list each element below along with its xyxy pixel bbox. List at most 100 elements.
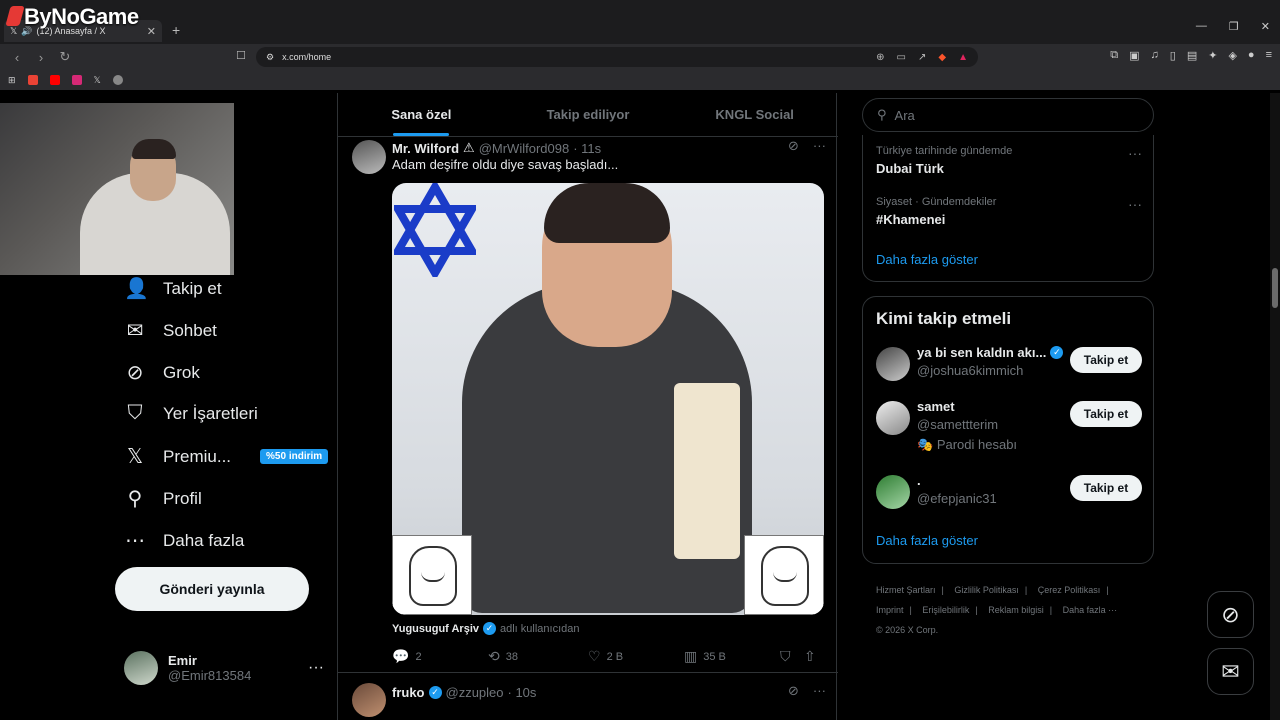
share-icon[interactable]: ↗ bbox=[918, 52, 926, 63]
music-icon[interactable]: ♫ bbox=[1151, 49, 1159, 62]
tweet-author-avatar[interactable] bbox=[352, 140, 386, 174]
menu-icon[interactable]: ≡ bbox=[1266, 49, 1272, 62]
footer-link[interactable]: Reklam bilgisi bbox=[988, 605, 1044, 615]
nav-item-chat[interactable]: ✉ Sohbet bbox=[124, 318, 217, 343]
more-icon[interactable]: ··· bbox=[1128, 196, 1142, 212]
avatar[interactable] bbox=[876, 347, 910, 381]
minimize-icon[interactable]: — bbox=[1196, 20, 1207, 33]
tweet-time[interactable]: · 11s bbox=[573, 141, 601, 156]
nav-item-bookmarks[interactable]: ⛉ Yer İşaretleri bbox=[124, 402, 258, 425]
reply-button[interactable]: 💬 2 bbox=[392, 648, 488, 665]
extensions-bar: ⧉ ▣ ♫ ▯ ▤ ✦ ◈ ● ≡ bbox=[1110, 49, 1272, 62]
trend-name: Dubai Türk bbox=[876, 161, 944, 176]
brave-shield-icon[interactable]: ◆ bbox=[938, 52, 946, 63]
nav-item-profile[interactable]: ⚲ Profil bbox=[124, 486, 202, 511]
show-more-link[interactable]: Daha fazla göster bbox=[876, 252, 978, 267]
grok-floating-button[interactable]: ⊘ bbox=[1207, 591, 1254, 638]
browser-toolbar: ‹ › ↻ ☐ ⚙ x.com/home ⊕ ▭ ↗ ◆ ▲ ⧉ ▣ ♫ ▯ ▤… bbox=[0, 44, 1280, 70]
repost-button[interactable]: ⟲ 38 bbox=[488, 648, 588, 665]
more-icon[interactable]: ··· bbox=[813, 683, 826, 699]
zoom-icon[interactable]: ⊕ bbox=[876, 52, 884, 63]
discount-badge: %50 indirim bbox=[260, 449, 329, 464]
more-icon[interactable]: ··· bbox=[308, 659, 324, 677]
close-window-icon[interactable]: ✕ bbox=[1261, 20, 1270, 33]
sidebar-icon[interactable]: ▯ bbox=[1170, 49, 1176, 62]
bookmark-button[interactable]: ⛉ bbox=[780, 648, 804, 665]
brave-rewards-icon[interactable]: ▲ bbox=[958, 52, 968, 63]
tweet-time[interactable]: · 10s bbox=[508, 685, 537, 700]
tab-for-you[interactable]: Sana özel bbox=[338, 93, 505, 136]
tweet-author-name[interactable]: fruko bbox=[392, 685, 425, 700]
footer-link[interactable]: Erişilebilirlik bbox=[922, 605, 969, 615]
follow-suggestion[interactable]: samet @samettterim 🎭 Parodi hesabı Takip… bbox=[876, 399, 1142, 452]
warning-sign-icon: ⚠ bbox=[463, 140, 475, 155]
cast-icon[interactable]: ▭ bbox=[897, 52, 906, 63]
footer-link[interactable]: Çerez Politikası bbox=[1038, 585, 1101, 595]
wallet-icon[interactable]: ▤ bbox=[1187, 49, 1197, 62]
restore-icon[interactable]: ❐ bbox=[1229, 20, 1239, 33]
footer-link[interactable]: Gizlilik Politikası bbox=[954, 585, 1019, 595]
follow-button[interactable]: Takip et bbox=[1070, 401, 1142, 427]
nav-item-premium[interactable]: 𝕏 Premiu... %50 indirim bbox=[124, 444, 329, 469]
gmail-icon[interactable] bbox=[27, 75, 38, 85]
tweet-media[interactable] bbox=[392, 183, 824, 615]
follow-suggestion[interactable]: ya bi sen kaldın akı... ✓ @joshua6kimmich… bbox=[876, 345, 1142, 385]
grok-icon[interactable]: ⊘ bbox=[788, 138, 799, 154]
tab-following[interactable]: Takip ediliyor bbox=[505, 93, 672, 136]
vpn-icon[interactable]: ◈ bbox=[1228, 49, 1236, 62]
url-text[interactable]: x.com/home bbox=[282, 52, 331, 62]
follow-suggestion[interactable]: . @efepjanic31 Takip et bbox=[876, 473, 1142, 513]
x-bookmark-icon[interactable]: 𝕏 bbox=[94, 75, 101, 86]
nav-item-more[interactable]: ⋯ Daha fazla bbox=[124, 528, 244, 553]
footer-link[interactable]: Daha fazla ··· bbox=[1063, 605, 1118, 615]
bookmark-page-icon[interactable]: ☐ bbox=[236, 49, 246, 62]
messages-floating-button[interactable]: ✉ bbox=[1207, 648, 1254, 695]
forward-icon[interactable]: › bbox=[34, 50, 48, 65]
source-suffix: adlı kullanıcıdan bbox=[500, 622, 580, 635]
follow-button[interactable]: Takip et bbox=[1070, 347, 1142, 373]
avatar[interactable] bbox=[876, 401, 910, 435]
more-icon[interactable]: ··· bbox=[813, 138, 826, 154]
site-info-icon[interactable]: ⚙ bbox=[266, 52, 274, 63]
footer-link[interactable]: Imprint bbox=[876, 605, 904, 615]
more-icon[interactable]: ··· bbox=[1128, 145, 1142, 161]
tweet-author-avatar[interactable] bbox=[352, 683, 386, 717]
suggestion-handle: @efepjanic31 bbox=[917, 491, 997, 506]
post-button[interactable]: Gönderi yayınla bbox=[115, 567, 309, 611]
tweet-author-name[interactable]: Mr. Wilford bbox=[392, 141, 459, 156]
follow-button[interactable]: Takip et bbox=[1070, 475, 1142, 501]
share-button[interactable]: ⇧ bbox=[804, 648, 816, 665]
grok-icon[interactable]: ⊘ bbox=[788, 683, 799, 699]
nav-item-follow[interactable]: 👤 Takip et bbox=[124, 276, 222, 301]
like-button[interactable]: ♡ 2 B bbox=[588, 648, 684, 665]
avatar bbox=[124, 651, 158, 685]
views-button[interactable]: ▥ 35 B bbox=[684, 648, 780, 665]
tweet-author-handle[interactable]: @MrWilford098 bbox=[479, 141, 570, 156]
show-more-link[interactable]: Daha fazla göster bbox=[876, 533, 978, 548]
tweet-author-handle[interactable]: @zzupleo bbox=[446, 685, 504, 700]
source-user[interactable]: Yugusuguf Arşiv bbox=[392, 623, 479, 635]
extension-icon[interactable]: ⧉ bbox=[1110, 49, 1118, 62]
tab-kngl-social[interactable]: KNGL Social bbox=[671, 93, 838, 136]
scrollbar-thumb[interactable] bbox=[1272, 268, 1278, 308]
footer-link[interactable]: Hizmet Şartları bbox=[876, 585, 936, 595]
address-bar[interactable]: ⚙ x.com/home ⊕ ▭ ↗ ◆ ▲ bbox=[256, 47, 978, 67]
instagram-icon[interactable] bbox=[71, 75, 82, 85]
apps-icon[interactable]: ⊞ bbox=[8, 75, 16, 86]
account-switcher[interactable]: Emir @Emir813584 ··· bbox=[124, 648, 324, 688]
nav-item-grok[interactable]: ⊘ Grok bbox=[124, 360, 200, 385]
new-tab-button[interactable]: + bbox=[172, 22, 180, 38]
profile-icon[interactable]: ● bbox=[1248, 49, 1255, 62]
screenshot-icon[interactable]: ▣ bbox=[1129, 49, 1139, 62]
ai-icon[interactable]: ✦ bbox=[1208, 49, 1217, 62]
search-input[interactable]: ⚲ Ara bbox=[862, 98, 1154, 132]
back-icon[interactable]: ‹ bbox=[10, 50, 24, 65]
chatgpt-icon[interactable] bbox=[112, 75, 123, 85]
avatar[interactable] bbox=[876, 475, 910, 509]
trend-item[interactable]: Siyaset · Gündemdekiler #Khamenei ··· bbox=[876, 196, 1142, 227]
youtube-icon[interactable] bbox=[49, 75, 60, 85]
trend-item[interactable]: Türkiye tarihinde gündemde Dubai Türk ··… bbox=[876, 145, 1142, 176]
reload-icon[interactable]: ↻ bbox=[58, 49, 72, 65]
close-tab-icon[interactable]: ✕ bbox=[147, 25, 156, 38]
scrollbar[interactable] bbox=[1270, 93, 1280, 720]
